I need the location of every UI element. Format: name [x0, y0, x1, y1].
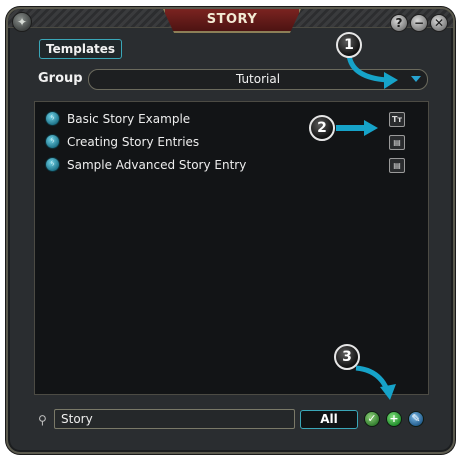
layout-type-icon[interactable]: ▤ — [389, 158, 405, 173]
search-icon: ⚲ — [38, 413, 47, 427]
minimize-button[interactable]: − — [410, 14, 428, 32]
story-entry-icon: ᛃ — [45, 111, 60, 126]
group-dropdown[interactable]: Tutorial — [88, 69, 428, 90]
story-list: ᛃ Basic Story Example Tт ᛃ Creating Story … — [34, 101, 429, 395]
callout-1-badge: 1 — [336, 32, 362, 58]
list-item-label: Creating Story Entries — [67, 135, 200, 149]
edit-icon[interactable]: ✎ — [408, 411, 424, 427]
layout-type-icon[interactable]: ▤ — [389, 135, 405, 150]
chevron-down-icon[interactable] — [411, 76, 421, 82]
list-item[interactable]: ᛃ Basic Story Example — [45, 109, 190, 129]
close-button[interactable]: ✕ — [430, 14, 448, 32]
text-type-icon[interactable]: Tт — [389, 112, 405, 127]
window-title: STORY — [163, 9, 301, 33]
approve-icon[interactable]: ✓ — [364, 411, 380, 427]
story-window: ✦ STORY ? − ✕ Templates Group Tutorial ᛃ… — [6, 7, 455, 454]
list-item[interactable]: ᛃ Creating Story Entries — [45, 132, 199, 152]
list-item[interactable]: ᛃ Sample Advanced Story Entry — [45, 155, 246, 175]
search-input[interactable] — [54, 409, 295, 429]
window-menu-icon[interactable]: ✦ — [12, 12, 32, 32]
list-item-label: Basic Story Example — [67, 112, 191, 126]
tab-templates[interactable]: Templates — [39, 39, 123, 59]
group-selected-value: Tutorial — [235, 72, 281, 86]
story-entry-icon: ᛃ — [45, 134, 60, 149]
callout-3-badge: 3 — [334, 344, 360, 370]
callout-2-badge: 2 — [309, 115, 335, 141]
group-label: Group — [38, 71, 83, 86]
list-item-label: Sample Advanced Story Entry — [67, 158, 247, 172]
help-button[interactable]: ? — [390, 14, 408, 32]
filter-all-button[interactable]: All — [300, 410, 358, 429]
add-entry-button[interactable]: + — [386, 411, 402, 427]
story-entry-icon: ᛃ — [45, 157, 60, 172]
